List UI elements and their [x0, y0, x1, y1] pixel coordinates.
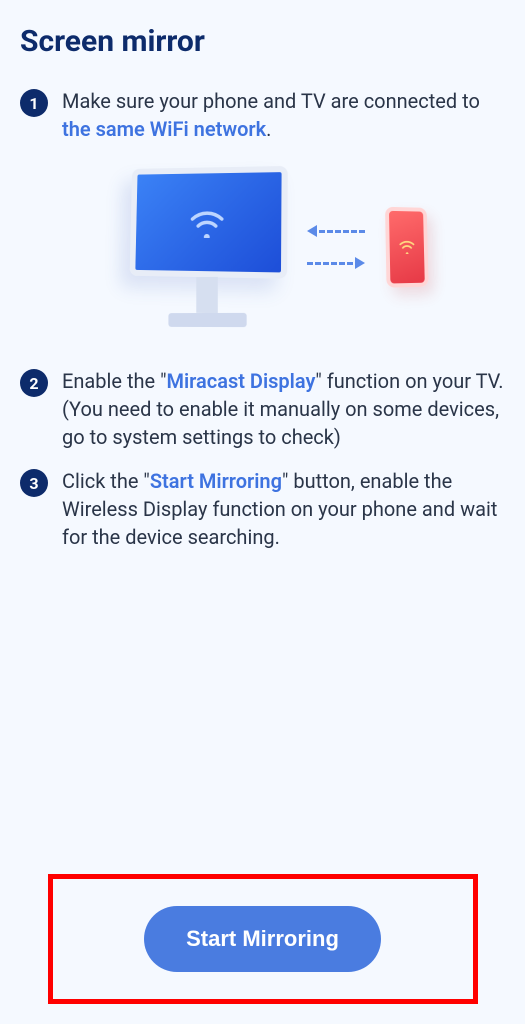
- wifi-icon: [398, 240, 415, 254]
- wifi-icon: [187, 206, 227, 238]
- step-number-badge: 2: [20, 369, 48, 397]
- step-1: 1 Make sure your phone and TV are connec…: [20, 87, 505, 143]
- step-text: Enable the "Miracast Display" function o…: [62, 367, 505, 451]
- step-text: Make sure your phone and TV are connecte…: [62, 87, 505, 143]
- step-number-badge: 1: [20, 89, 48, 117]
- step-1-highlight: the same WiFi network: [62, 117, 266, 141]
- start-mirroring-button[interactable]: Start Mirroring: [144, 906, 381, 972]
- step-number-badge: 3: [20, 469, 48, 497]
- page-title: Screen mirror: [20, 24, 505, 59]
- arrow-right-icon: [307, 255, 365, 271]
- step-3-pre: Click the ": [62, 469, 150, 493]
- step-1-post: .: [266, 117, 271, 141]
- step-1-pre: Make sure your phone and TV are connecte…: [62, 89, 480, 113]
- sync-arrows-icon: [307, 223, 365, 271]
- step-text: Click the "Start Mirroring" button, enab…: [62, 467, 505, 551]
- tv-icon: [127, 167, 287, 327]
- arrow-left-icon: [307, 223, 365, 239]
- highlighted-action-area: Start Mirroring: [48, 874, 478, 1004]
- phone-icon: [385, 207, 429, 288]
- step-2-highlight: Miracast Display: [166, 369, 315, 393]
- step-2-pre: Enable the ": [62, 369, 166, 393]
- step-2: 2 Enable the "Miracast Display" function…: [20, 367, 505, 451]
- step-3: 3 Click the "Start Mirroring" button, en…: [20, 467, 505, 551]
- step-3-highlight: Start Mirroring: [150, 469, 282, 493]
- connection-illustration: [20, 167, 505, 327]
